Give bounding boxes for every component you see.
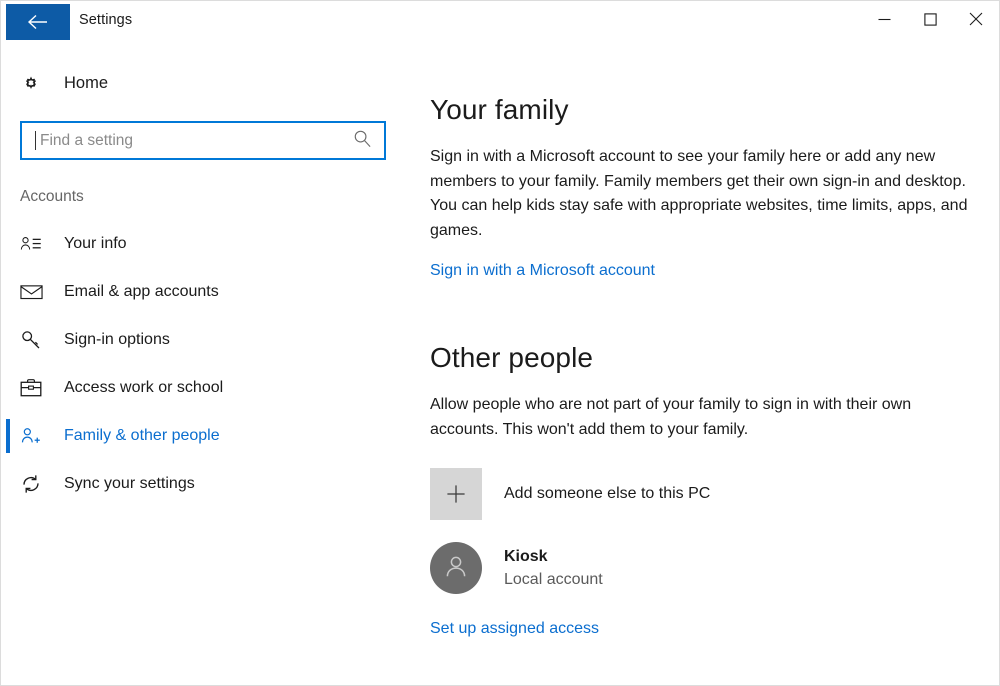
minimize-button[interactable] (861, 1, 907, 42)
other-people-heading: Other people (430, 342, 594, 373)
user-meta: Kiosk Local account (504, 546, 603, 590)
maximize-icon (923, 12, 937, 31)
your-family-heading: Your family (430, 94, 569, 125)
window-content: Home Find a setting Accounts Your info E… (1, 42, 999, 685)
minimize-icon (878, 13, 891, 31)
briefcase-icon (20, 378, 50, 398)
user-account-row[interactable]: Kiosk Local account (430, 542, 603, 594)
sidebar-item-home[interactable]: Home (1, 63, 413, 103)
sidebar-item-your-info-label: Your info (64, 235, 127, 252)
person-info-icon (20, 234, 50, 254)
title-bar: Settings (1, 1, 999, 42)
avatar (430, 542, 482, 594)
sidebar-item-family-other-people[interactable]: Family & other people (1, 412, 413, 460)
person-avatar-icon (441, 551, 471, 586)
set-up-assigned-access-link[interactable]: Set up assigned access (430, 620, 599, 638)
search-input[interactable]: Find a setting (20, 121, 386, 160)
person-add-icon (20, 426, 50, 446)
user-account-type: Local account (504, 571, 603, 588)
sidebar-item-family-other-people-label: Family & other people (64, 427, 220, 444)
add-someone-else-button[interactable]: Add someone else to this PC (430, 468, 710, 520)
window-title: Settings (79, 12, 133, 28)
search-placeholder: Find a setting (40, 131, 134, 149)
your-family-description: Sign in with a Microsoft account to see … (430, 148, 968, 239)
sidebar: Home Find a setting Accounts Your info E… (1, 42, 413, 685)
sidebar-item-sign-in-options[interactable]: Sign-in options (1, 316, 413, 364)
sidebar-item-home-label: Home (64, 73, 109, 92)
search-icon[interactable] (353, 129, 372, 153)
sidebar-item-your-info[interactable]: Your info (1, 220, 413, 268)
envelope-icon (20, 283, 50, 301)
window-controls (861, 1, 999, 42)
text-caret (35, 131, 36, 150)
sidebar-nav: Your info Email & app accounts Sign-in o… (1, 220, 413, 508)
sidebar-item-email-app-accounts-label: Email & app accounts (64, 283, 219, 300)
sidebar-item-sync-your-settings-label: Sync your settings (64, 475, 195, 492)
plus-icon (430, 468, 482, 520)
sign-in-microsoft-account-link[interactable]: Sign in with a Microsoft account (430, 262, 655, 280)
settings-window: Settings Home Find a setting Accounts Yo… (0, 0, 1000, 686)
other-people-description: Allow people who are not part of your fa… (430, 396, 912, 438)
maximize-button[interactable] (907, 1, 953, 42)
back-arrow-icon (27, 14, 49, 30)
user-name: Kiosk (504, 547, 548, 565)
gear-icon (20, 72, 50, 94)
add-someone-else-label: Add someone else to this PC (504, 485, 711, 502)
close-button[interactable] (953, 1, 999, 42)
close-icon (969, 12, 983, 31)
sidebar-item-sign-in-options-label: Sign-in options (64, 331, 170, 348)
main-panel: Your family Sign in with a Microsoft acc… (413, 42, 999, 685)
key-icon (20, 329, 50, 351)
sync-icon (20, 473, 50, 495)
sidebar-item-access-work-or-school[interactable]: Access work or school (1, 364, 413, 412)
back-button[interactable] (6, 4, 70, 40)
sidebar-section-label: Accounts (20, 188, 84, 205)
sidebar-item-access-work-or-school-label: Access work or school (64, 379, 224, 396)
sidebar-item-sync-your-settings[interactable]: Sync your settings (1, 460, 413, 508)
sidebar-item-email-app-accounts[interactable]: Email & app accounts (1, 268, 413, 316)
